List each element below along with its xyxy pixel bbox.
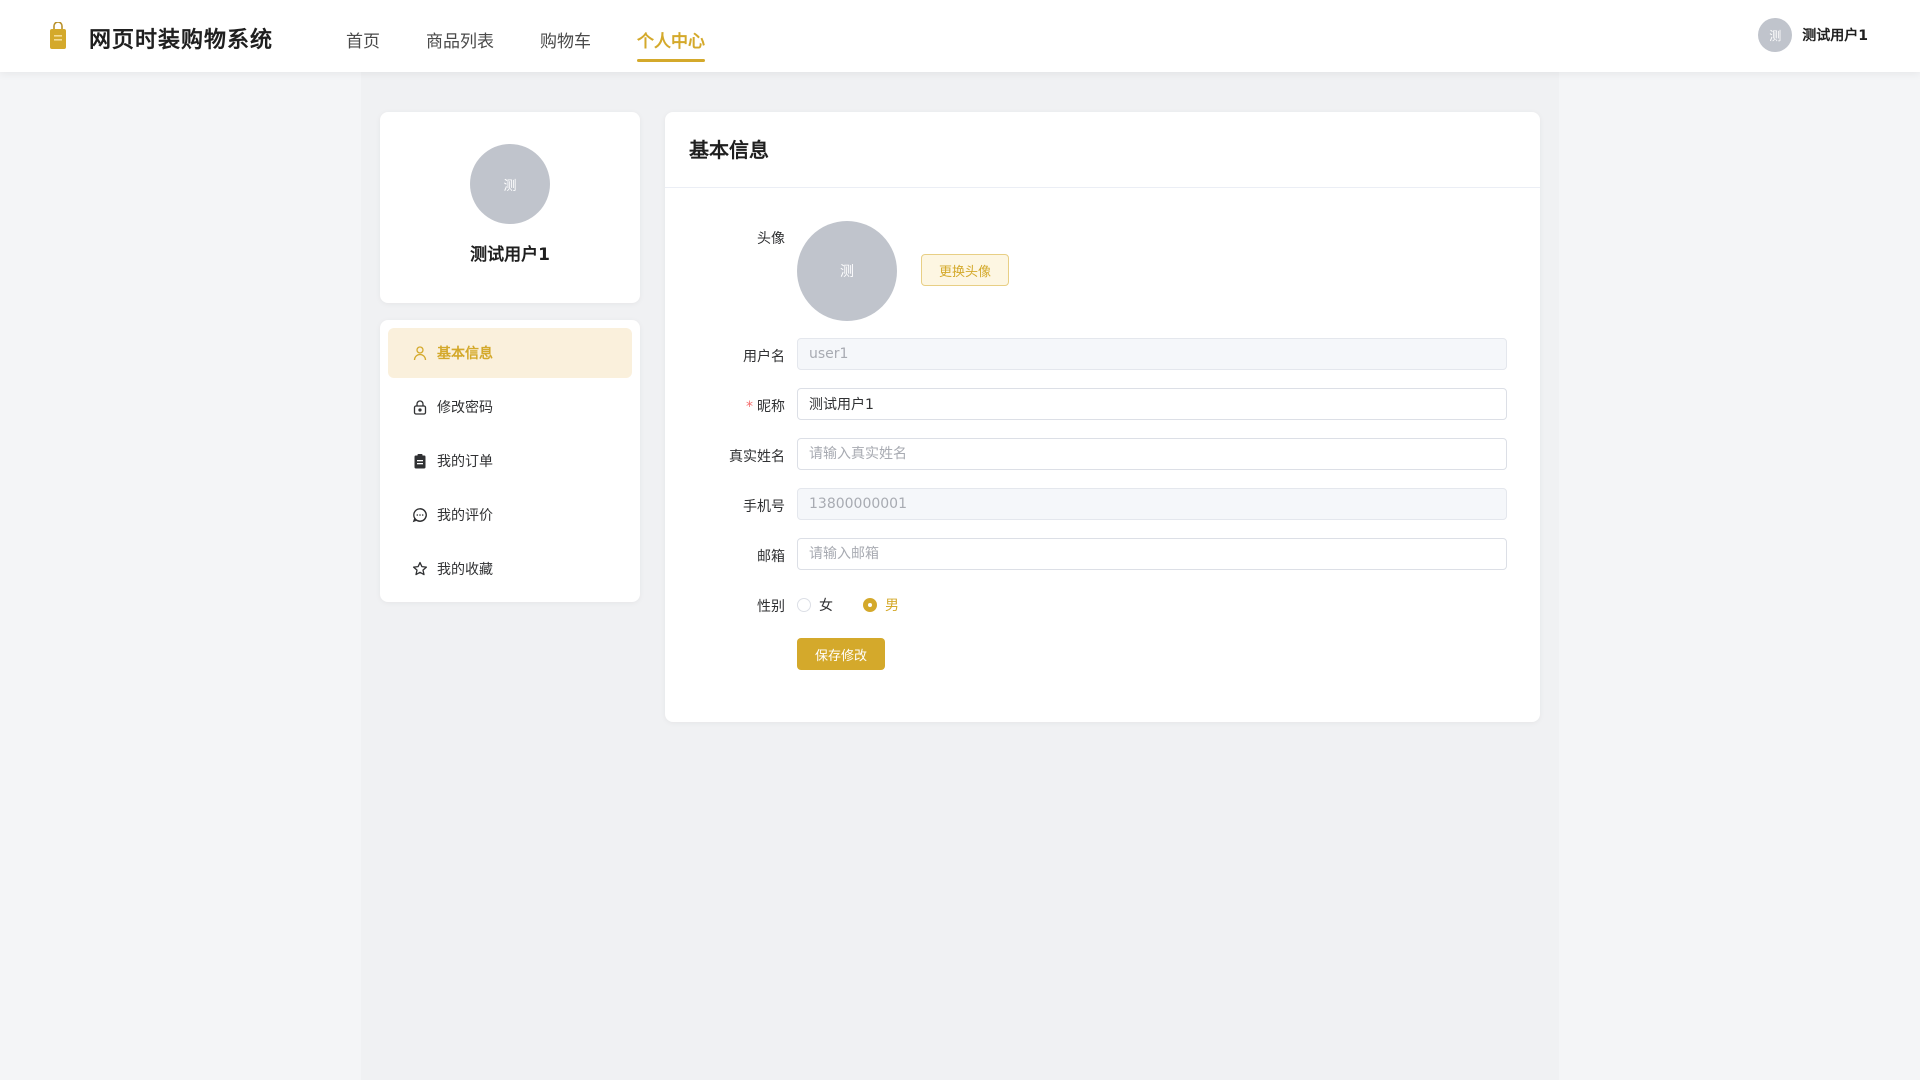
real-name-label: 真实姓名 [729,449,785,465]
form-title: 基本信息 [665,112,1540,188]
required-mark: * [746,399,753,415]
menu-item-label: 修改密码 [437,400,493,416]
menu-item-my-orders[interactable]: 我的订单 [388,436,632,486]
form-avatar: 测 [797,221,897,321]
menu-item-label: 我的订单 [437,454,493,470]
gender-option-male[interactable]: 男 [863,595,899,615]
nav-item-cart[interactable]: 购物车 [540,0,591,72]
user-icon [413,346,427,361]
nav-item-home[interactable]: 首页 [346,0,380,72]
profile-name: 测试用户1 [470,245,550,265]
change-avatar-button[interactable]: 更换头像 [921,254,1009,286]
nickname-label-text: 昵称 [757,399,785,415]
nickname-label: * 昵称 [665,396,785,416]
radio-button[interactable] [797,598,811,612]
gender-option-label: 男 [885,598,899,614]
shopping-bag-logo-icon[interactable] [49,22,67,50]
star-icon [412,561,428,576]
profile-avatar: 测 [470,144,550,224]
avatar-label: 头像 [757,231,785,247]
nav-item-profile[interactable]: 个人中心 [637,0,705,72]
menu-item-my-reviews[interactable]: 我的评价 [388,490,632,540]
menu-item-change-password[interactable]: 修改密码 [388,382,632,432]
header-user-menu[interactable]: 测 测试用户1 [1758,18,1868,52]
gender-label: 性别 [757,599,785,615]
lock-icon [413,400,427,415]
phone-label: 手机号 [743,499,785,515]
menu-item-label: 我的收藏 [437,562,493,578]
save-changes-button[interactable]: 保存修改 [797,638,885,670]
real-name-field[interactable] [797,438,1507,470]
header-avatar[interactable]: 测 [1758,18,1793,52]
clipboard-icon [414,454,426,469]
app-title[interactable]: 网页时装购物系统 [89,22,273,54]
email-label: 邮箱 [757,549,785,565]
header-username[interactable]: 测试用户1 [1802,25,1868,45]
username-label: 用户名 [743,349,785,365]
email-field[interactable] [797,538,1507,570]
gender-radio-group: 女 男 [797,595,929,615]
gender-option-female[interactable]: 女 [797,595,833,615]
menu-item-my-favorites[interactable]: 我的收藏 [388,544,632,594]
basic-info-card: 基本信息 头像 测 更换头像 用户名 *昵称 真实姓名 手机号 邮箱 性别 女 … [665,112,1540,722]
menu-item-basic-info[interactable]: 基本信息 [388,328,632,378]
top-header: 网页时装购物系统 首页 商品列表 购物车 个人中心 测 测试用户1 [0,0,1920,72]
profile-menu: 基本信息 修改密码 我的订单 我的评价 我的收藏 [380,320,640,602]
main-nav: 首页 商品列表 购物车 个人中心 [346,0,751,72]
nickname-field[interactable] [797,388,1507,420]
radio-button-checked[interactable] [863,598,877,612]
phone-field[interactable] [797,488,1507,520]
nav-item-products[interactable]: 商品列表 [426,0,494,72]
profile-summary-card: 测 测试用户1 [380,112,640,303]
username-field[interactable] [797,338,1507,370]
menu-item-label: 我的评价 [437,508,493,524]
menu-item-label: 基本信息 [437,346,493,362]
chat-icon [412,508,427,523]
gender-option-label: 女 [819,598,833,614]
